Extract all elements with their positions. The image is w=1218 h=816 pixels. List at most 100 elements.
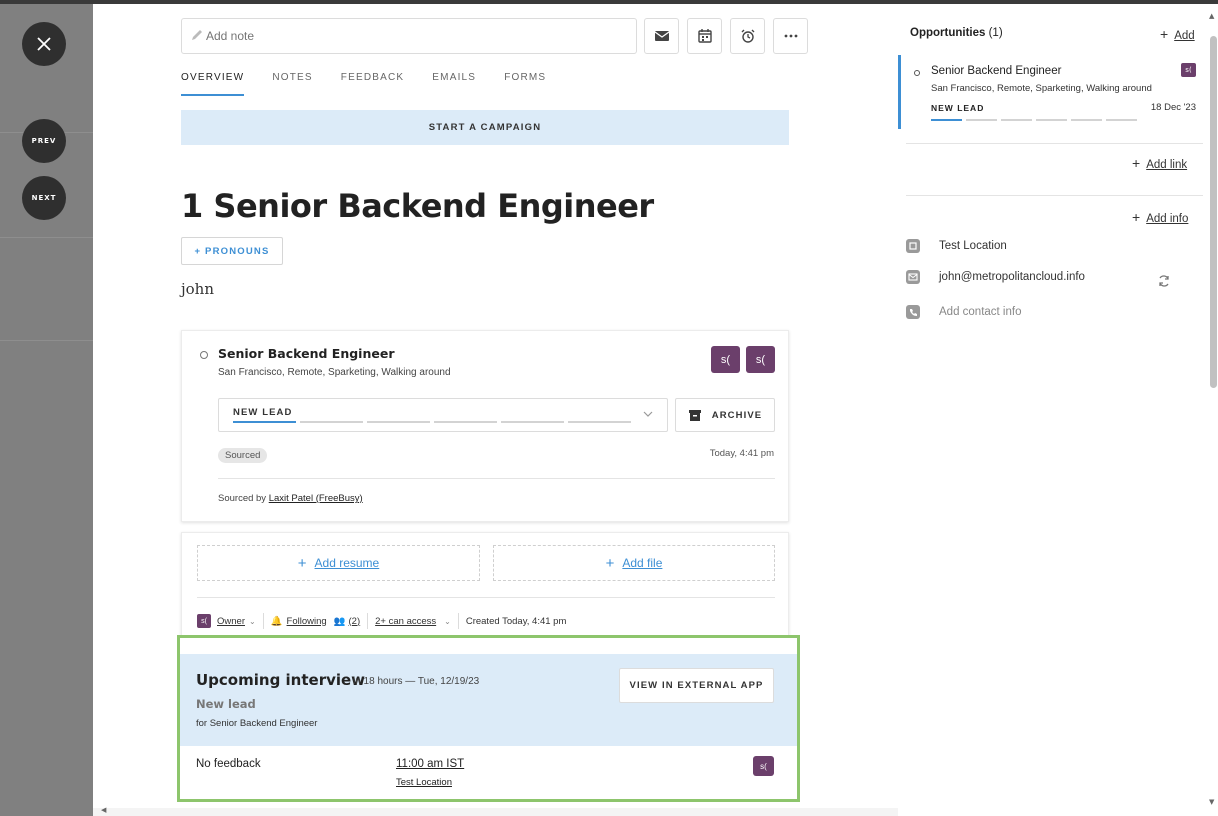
created-text: Created Today, 4:41 pm bbox=[465, 615, 567, 627]
plus-icon: + bbox=[1132, 209, 1141, 225]
avatar[interactable]: s( bbox=[753, 756, 774, 776]
archive-label: ARCHIVE bbox=[711, 409, 763, 421]
status-ring-icon bbox=[914, 70, 920, 76]
contact-email-text: john@metropolitancloud.info bbox=[939, 271, 1085, 283]
email-icon bbox=[906, 270, 920, 284]
following-link[interactable]: Following bbox=[287, 616, 327, 627]
opportunity-title[interactable]: Senior Backend Engineer bbox=[218, 346, 394, 361]
add-info-button[interactable]: + Add info bbox=[1132, 209, 1188, 225]
add-opportunity-button[interactable]: + Add bbox=[1160, 26, 1195, 42]
profile-panel: OVERVIEW NOTES FEEDBACK EMAILS FORMS STA… bbox=[93, 4, 1218, 816]
overlay-divider bbox=[0, 340, 93, 341]
stage-segment bbox=[966, 119, 997, 121]
sidebar-stage-progress bbox=[931, 119, 1137, 121]
pencil-icon bbox=[192, 30, 202, 40]
more-button[interactable] bbox=[773, 18, 808, 54]
divider bbox=[906, 195, 1203, 196]
location-icon bbox=[906, 239, 920, 253]
avatar: s( bbox=[1181, 63, 1196, 77]
stage-segment bbox=[233, 421, 296, 423]
sourced-by-link[interactable]: Laxit Patel (FreeBusy) bbox=[269, 493, 363, 504]
add-pronouns-button[interactable]: + PRONOUNS bbox=[181, 237, 283, 265]
stage-segment bbox=[434, 421, 497, 423]
divider bbox=[197, 597, 775, 598]
avatar[interactable]: s( bbox=[746, 346, 775, 373]
archive-button[interactable]: ARCHIVE bbox=[675, 398, 775, 432]
interview-when: in 18 hours — Tue, 12/19/23 bbox=[353, 676, 480, 687]
add-resume-label: Add resume bbox=[314, 556, 380, 570]
followers-icon: 👥 bbox=[333, 615, 346, 627]
reminder-button[interactable] bbox=[730, 18, 765, 54]
divider bbox=[218, 478, 775, 479]
close-button[interactable] bbox=[22, 22, 66, 66]
divider bbox=[906, 143, 1203, 144]
add-contact-info[interactable]: Add contact info bbox=[906, 305, 1021, 319]
interview-location-link[interactable]: Test Location bbox=[396, 777, 452, 788]
tab-notes[interactable]: NOTES bbox=[272, 71, 312, 96]
overlay-divider bbox=[0, 237, 93, 238]
sidebar-opportunity-stage: NEW LEAD bbox=[931, 103, 985, 113]
interview-for: for Senior Backend Engineer bbox=[196, 718, 318, 729]
archive-icon bbox=[688, 410, 701, 421]
next-button[interactable]: NEXT bbox=[22, 176, 66, 220]
sidebar-opportunity-location: San Francisco, Remote, Sparketing, Walki… bbox=[931, 83, 1152, 94]
separator bbox=[367, 613, 369, 629]
email-button[interactable] bbox=[644, 18, 679, 54]
chevron-down-icon: ⌄ bbox=[248, 616, 256, 626]
stage-segment bbox=[931, 119, 962, 121]
chevron-down-icon: ⌄ bbox=[444, 616, 451, 626]
schedule-button[interactable] bbox=[687, 18, 722, 54]
horizontal-scrollbar[interactable]: ◀ bbox=[93, 806, 898, 816]
stage-segment bbox=[1001, 119, 1032, 121]
tab-forms[interactable]: FORMS bbox=[504, 71, 546, 96]
source-badge: Sourced bbox=[218, 448, 268, 463]
sidebar-opportunity[interactable]: Senior Backend Engineer San Francisco, R… bbox=[898, 55, 1202, 129]
prev-button[interactable]: PREV bbox=[22, 119, 66, 163]
stage-select[interactable]: NEW LEAD bbox=[218, 398, 668, 432]
stage-segment bbox=[367, 421, 430, 423]
status-ring-icon bbox=[200, 351, 208, 359]
scroll-left-icon[interactable]: ◀ bbox=[101, 806, 106, 814]
stage-progress bbox=[233, 421, 631, 423]
scroll-down-icon[interactable]: ▼ bbox=[1209, 798, 1214, 806]
interview-time-link[interactable]: 11:00 am IST bbox=[396, 758, 464, 770]
page-title: 1 Senior Backend Engineer bbox=[181, 187, 654, 225]
vertical-scrollbar[interactable]: ▲ ▼ bbox=[1208, 12, 1218, 808]
interview-feedback: No feedback bbox=[196, 758, 261, 770]
more-icon bbox=[784, 34, 797, 38]
timestamp: Today, 4:41 pm bbox=[709, 448, 774, 459]
stage-segment bbox=[1036, 119, 1067, 121]
opportunities-count: (1) bbox=[988, 27, 1003, 39]
email-icon bbox=[654, 31, 669, 41]
refresh-icon[interactable] bbox=[1157, 274, 1171, 288]
followers-count-link[interactable]: (2) bbox=[349, 616, 361, 627]
separator bbox=[457, 613, 459, 629]
scroll-up-icon[interactable]: ▲ bbox=[1209, 12, 1214, 20]
plus-icon: + bbox=[1132, 155, 1141, 171]
navigation-overlay: PREV NEXT bbox=[0, 4, 93, 816]
add-note-input[interactable] bbox=[181, 18, 637, 54]
add-resume-button[interactable]: + Add resume bbox=[197, 545, 480, 581]
scrollbar-thumb[interactable] bbox=[1210, 36, 1217, 388]
stage-segment bbox=[1071, 119, 1102, 121]
owner-dropdown[interactable]: Owner bbox=[217, 616, 245, 627]
tab-emails[interactable]: EMAILS bbox=[432, 71, 476, 96]
add-file-button[interactable]: + Add file bbox=[493, 545, 775, 581]
contact-email[interactable]: john@metropolitancloud.info bbox=[906, 270, 1085, 284]
add-opportunity-label: Add bbox=[1174, 30, 1195, 42]
sidebar-opportunity-title: Senior Backend Engineer bbox=[931, 65, 1062, 77]
tab-overview[interactable]: OVERVIEW bbox=[181, 71, 245, 96]
stage-segment bbox=[1106, 119, 1137, 121]
ownership-row: s( Owner ⌄ 🔔 Following 👥 (2) 2+ can acce… bbox=[197, 613, 566, 629]
sourced-by: Sourced by Laxit Patel (FreeBusy) bbox=[218, 493, 363, 504]
avatar[interactable]: s( bbox=[711, 346, 740, 373]
stage-segment bbox=[568, 421, 631, 423]
start-campaign-button[interactable]: START A CAMPAIGN bbox=[181, 110, 789, 145]
tab-feedback[interactable]: FEEDBACK bbox=[341, 71, 405, 96]
view-in-external-app-button[interactable]: VIEW IN EXTERNAL APP bbox=[619, 668, 774, 703]
stage-segment bbox=[501, 421, 564, 423]
avatar: s( bbox=[197, 614, 211, 628]
add-link-button[interactable]: + Add link bbox=[1132, 155, 1187, 171]
access-dropdown[interactable]: 2+ can access bbox=[375, 616, 436, 627]
add-contact-info-text: Add contact info bbox=[939, 306, 1022, 318]
